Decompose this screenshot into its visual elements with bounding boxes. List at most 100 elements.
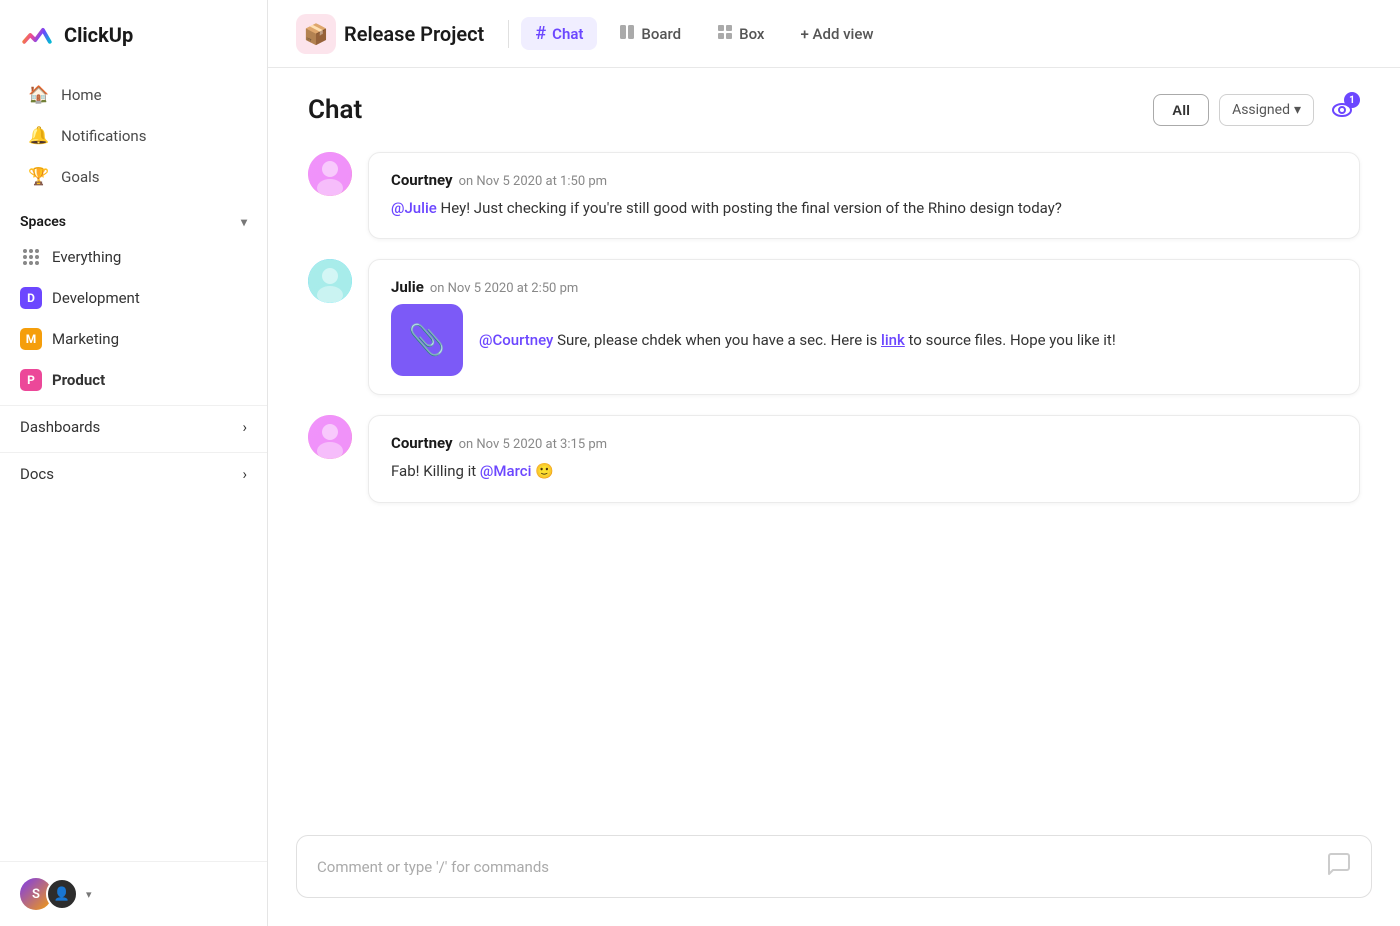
comment-box-wrap: Comment or type '/' for commands: [268, 835, 1400, 926]
app-name: ClickUp: [64, 23, 133, 47]
messages-list: Courtney on Nov 5 2020 at 1:50 pm @Julie…: [268, 144, 1400, 835]
spaces-label: Spaces: [20, 214, 66, 230]
everything-icon: [20, 246, 42, 268]
footer-chevron-icon: ▾: [86, 888, 92, 901]
goals-label: Goals: [61, 168, 99, 186]
sidebar-item-docs[interactable]: Docs ›: [0, 452, 267, 495]
message-bubble-1: Courtney on Nov 5 2020 at 1:50 pm @Julie…: [368, 152, 1360, 239]
msg-text-1: Hey! Just checking if you're still good …: [437, 199, 1062, 217]
message-meta-3: Courtney on Nov 5 2020 at 3:15 pm: [391, 434, 1337, 452]
msg-text-after: to source files. Hope you like it!: [905, 331, 1116, 349]
sidebar-item-notifications[interactable]: 🔔 Notifications: [8, 116, 259, 156]
tab-chat[interactable]: # Chat: [521, 17, 597, 50]
tab-chat-label: Chat: [552, 25, 583, 43]
sidebar-item-product[interactable]: P Product: [0, 360, 267, 400]
project-title: Release Project: [344, 22, 484, 46]
comment-placeholder: Comment or type '/' for commands: [317, 858, 549, 876]
message-bubble-2: Julie on Nov 5 2020 at 2:50 pm 📎 @Courtn…: [368, 259, 1360, 395]
marketing-badge: M: [20, 328, 42, 350]
development-badge: D: [20, 287, 42, 309]
filter-assigned-button[interactable]: Assigned ▾: [1219, 94, 1314, 126]
tab-board[interactable]: Board: [605, 18, 695, 50]
msg-body-1: @Julie Hey! Just checking if you're stil…: [391, 197, 1337, 220]
chat-header-controls: All Assigned ▾ 1: [1153, 92, 1360, 128]
msg-time-3: on Nov 5 2020 at 3:15 pm: [459, 437, 607, 452]
msg-author-3: Courtney: [391, 434, 453, 452]
spaces-list: Everything D Development M Marketing P P…: [0, 236, 267, 401]
home-label: Home: [61, 86, 101, 104]
message-meta-1: Courtney on Nov 5 2020 at 1:50 pm: [391, 171, 1337, 189]
chat-hash-icon: #: [535, 23, 546, 44]
product-label: Product: [52, 371, 105, 389]
chat-title: Chat: [308, 95, 362, 125]
message-row: Julie on Nov 5 2020 at 2:50 pm 📎 @Courtn…: [308, 259, 1360, 395]
chevron-down-icon: ▾: [241, 215, 247, 229]
sidebar-item-home[interactable]: 🏠 Home: [8, 75, 259, 115]
development-label: Development: [52, 289, 140, 307]
docs-label: Docs: [20, 465, 54, 483]
chevron-right-icon-docs: ›: [242, 465, 247, 483]
avatar-julie: [308, 259, 352, 303]
msg-author-1: Courtney: [391, 171, 453, 189]
filter-all-button[interactable]: All: [1153, 94, 1209, 126]
msg-author-2: Julie: [391, 278, 424, 296]
dashboards-label: Dashboards: [20, 418, 100, 436]
comment-icon: [1327, 852, 1351, 881]
msg-text-before: Sure, please chdek when you have a sec. …: [553, 331, 881, 349]
chevron-right-icon: ›: [242, 418, 247, 436]
attachment-text: @Courtney Sure, please chdek when you ha…: [479, 304, 1116, 376]
trophy-icon: 🏆: [28, 167, 49, 187]
project-icon: 📦: [296, 14, 336, 54]
sidebar-item-everything[interactable]: Everything: [0, 237, 267, 277]
comment-box[interactable]: Comment or type '/' for commands: [296, 835, 1372, 898]
msg-text-3: Fab! Killing it: [391, 462, 480, 480]
user-footer[interactable]: S 👤 ▾: [0, 861, 267, 926]
topbar-divider: [508, 20, 509, 48]
msg-mention-3: @Marci: [480, 462, 531, 480]
marketing-label: Marketing: [52, 330, 119, 348]
notifications-label: Notifications: [61, 127, 146, 145]
msg-link[interactable]: link: [881, 331, 905, 349]
home-icon: 🏠: [28, 85, 49, 105]
topbar: 📦 Release Project # Chat Board Box + Add…: [268, 0, 1400, 68]
sidebar-nav: 🏠 Home 🔔 Notifications 🏆 Goals: [0, 70, 267, 202]
watch-count-badge: 1: [1344, 92, 1360, 108]
add-view-label: + Add view: [800, 25, 873, 43]
message-bubble-3: Courtney on Nov 5 2020 at 3:15 pm Fab! K…: [368, 415, 1360, 502]
chat-header: Chat All Assigned ▾ 1: [268, 68, 1400, 144]
assigned-label: Assigned: [1232, 102, 1290, 118]
avatar-user-dark: 👤: [46, 878, 78, 910]
add-view-button[interactable]: + Add view: [786, 19, 887, 49]
msg-time-1: on Nov 5 2020 at 1:50 pm: [459, 174, 607, 189]
bell-icon: 🔔: [28, 126, 49, 146]
sidebar-item-marketing[interactable]: M Marketing: [0, 319, 267, 359]
message-row: Courtney on Nov 5 2020 at 1:50 pm @Julie…: [308, 152, 1360, 239]
avatar-courtney-2: [308, 415, 352, 459]
watch-button[interactable]: 1: [1324, 92, 1360, 128]
board-icon: [619, 24, 635, 44]
clickup-logo-icon: [20, 18, 54, 52]
sidebar-item-dashboards[interactable]: Dashboards ›: [0, 405, 267, 448]
tab-board-label: Board: [641, 25, 681, 43]
product-badge: P: [20, 369, 42, 391]
sidebar-item-goals[interactable]: 🏆 Goals: [8, 157, 259, 197]
msg-body-3: Fab! Killing it @Marci 🙂: [391, 460, 1337, 483]
chevron-down-icon-filter: ▾: [1294, 102, 1301, 118]
msg-mention-2: @Courtney: [479, 331, 553, 349]
main-content: 📦 Release Project # Chat Board Box + Add…: [268, 0, 1400, 926]
attachment-icon: 📎: [391, 304, 463, 376]
attachment-block: 📎 @Courtney Sure, please chdek when you …: [391, 304, 1337, 376]
chat-area: Chat All Assigned ▾ 1: [268, 68, 1400, 926]
message-row: Courtney on Nov 5 2020 at 3:15 pm Fab! K…: [308, 415, 1360, 502]
logo[interactable]: ClickUp: [0, 0, 267, 70]
tab-box[interactable]: Box: [703, 18, 778, 50]
avatar-courtney: [308, 152, 352, 196]
msg-emoji-3: 🙂: [535, 462, 554, 480]
msg-mention-1: @Julie: [391, 199, 437, 217]
box-icon: [717, 24, 733, 44]
msg-time-2: on Nov 5 2020 at 2:50 pm: [430, 281, 578, 296]
tab-box-label: Box: [739, 25, 764, 43]
message-meta-2: Julie on Nov 5 2020 at 2:50 pm: [391, 278, 1337, 296]
sidebar-item-development[interactable]: D Development: [0, 278, 267, 318]
spaces-section-header[interactable]: Spaces ▾: [0, 202, 267, 236]
